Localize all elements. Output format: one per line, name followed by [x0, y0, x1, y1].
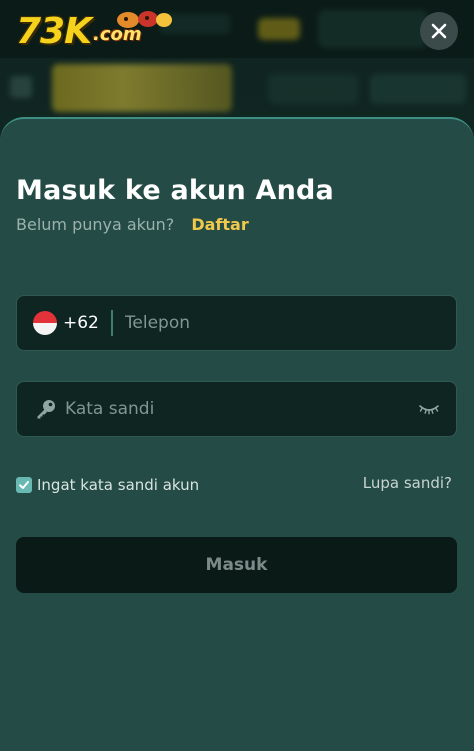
close-icon [431, 23, 447, 39]
password-field[interactable] [16, 381, 457, 437]
page-title: Masuk ke akun Anda [16, 175, 334, 206]
login-button[interactable]: Masuk [16, 537, 457, 593]
mascot-icon [117, 11, 172, 28]
country-code-selector[interactable]: +62 [63, 313, 99, 333]
background-login-button [268, 74, 358, 104]
remember-checkbox[interactable] [16, 477, 32, 493]
password-input[interactable] [65, 389, 418, 429]
phone-field[interactable]: +62 [16, 295, 457, 351]
background-signup-button [370, 74, 466, 104]
remember-password-toggle[interactable]: Ingat kata sandi akun [16, 476, 199, 494]
checkmark-icon [19, 481, 29, 489]
field-divider [110, 310, 113, 336]
signup-link[interactable]: Daftar [191, 215, 248, 234]
brand-logo: 73K .com [16, 11, 172, 52]
background-blurred-element [258, 18, 300, 40]
background-menu-icon [10, 76, 32, 98]
key-icon [37, 400, 55, 419]
close-button[interactable] [420, 12, 458, 50]
background-blurred-element [318, 10, 428, 48]
remember-label: Ingat kata sandi akun [37, 476, 200, 494]
background-logo [52, 64, 232, 112]
eye-closed-icon[interactable] [418, 402, 440, 416]
phone-input[interactable] [124, 303, 456, 343]
indonesia-flag-icon [33, 311, 57, 335]
brand-logo-main: 73K [16, 11, 92, 52]
forgot-password-link[interactable]: Lupa sandi? [363, 474, 452, 492]
signup-prompt-text: Belum punya akun? [16, 215, 175, 234]
login-sheet: Masuk ke akun Anda Belum punya akun? Daf… [0, 117, 474, 751]
signup-prompt: Belum punya akun? Daftar [16, 215, 249, 234]
